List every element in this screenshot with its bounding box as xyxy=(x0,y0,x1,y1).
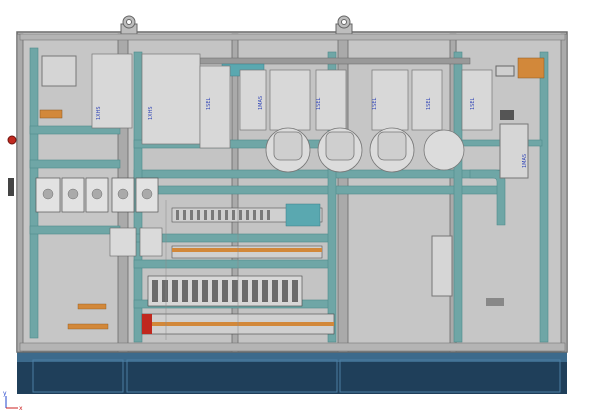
lifting-eye-right xyxy=(335,15,353,35)
component-label: 1MAS xyxy=(258,96,264,110)
terminal-row-3 xyxy=(147,275,303,307)
door-window xyxy=(41,55,77,87)
component-label: 1SEL xyxy=(372,97,378,110)
axis-y-label: y xyxy=(3,390,7,397)
axis-x-label: x xyxy=(19,405,23,412)
door-handle[interactable] xyxy=(8,178,14,196)
component-label: 1SEL xyxy=(206,97,212,110)
lifting-eye-left xyxy=(120,15,138,35)
cad-viewport[interactable]: 1XHS 1XHS 1SEL 1SEL 1SEL 1SEL 1SEL 1MAS … xyxy=(0,0,589,413)
component-label: 1XHS xyxy=(96,106,102,120)
duct-main-horizontal xyxy=(133,169,505,179)
component-label: 1SEL xyxy=(316,97,322,110)
component-label: 1MAS xyxy=(522,154,528,168)
terminal-row-2 xyxy=(171,245,323,259)
cabinet-drawing: 1XHS 1XHS 1SEL 1SEL 1SEL 1SEL 1SEL 1MAS … xyxy=(3,15,568,412)
emergency-stop-button[interactable] xyxy=(7,135,17,145)
component-label: 1SEL xyxy=(470,97,476,110)
component-label: 1XHS xyxy=(148,106,154,120)
component-label: 1SEL xyxy=(426,97,432,110)
